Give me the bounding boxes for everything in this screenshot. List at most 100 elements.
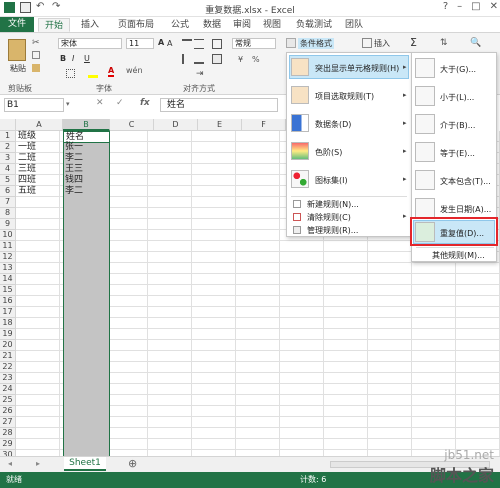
align-middle-icon[interactable] — [194, 39, 204, 49]
row-header[interactable]: 28 — [0, 428, 16, 439]
font-color-icon[interactable]: A — [108, 66, 115, 77]
column-header-e[interactable]: E — [198, 119, 242, 131]
copy-icon[interactable] — [32, 51, 40, 59]
font-name-select[interactable]: 宋体 — [58, 38, 122, 49]
grow-font-icon[interactable]: A — [158, 38, 164, 47]
tab-load-test[interactable]: 负载测试 — [292, 18, 336, 32]
row-header[interactable]: 3 — [0, 153, 16, 164]
tab-file[interactable]: 文件 — [0, 17, 34, 32]
cell-b3[interactable]: 李二 — [63, 153, 83, 164]
conditional-format-icon[interactable] — [286, 38, 296, 48]
row-header[interactable]: 27 — [0, 417, 16, 428]
row-header[interactable]: 13 — [0, 263, 16, 274]
submenu-item-text-contains[interactable]: 文本包含(T)... — [412, 170, 496, 194]
shrink-font-icon[interactable]: A — [167, 39, 172, 48]
indent-icon[interactable]: ⇥ — [196, 69, 206, 79]
submenu-item-greater-than[interactable]: 大于(G)... — [412, 58, 496, 82]
row-header[interactable]: 4 — [0, 164, 16, 175]
row-header[interactable]: 11 — [0, 241, 16, 252]
add-sheet-icon[interactable]: ⊕ — [128, 457, 137, 470]
menu-item-highlight-rules[interactable]: 突出显示单元格规则(H) ▸ — [287, 58, 411, 80]
row-header[interactable]: 9 — [0, 219, 16, 230]
cell-a4[interactable]: 三班 — [16, 164, 36, 175]
column-header-a[interactable]: A — [16, 119, 63, 131]
insert-cells-icon[interactable] — [362, 38, 372, 48]
cell-a3[interactable]: 二班 — [16, 153, 36, 164]
wrap-text-icon[interactable] — [212, 39, 222, 49]
formula-input[interactable]: 姓名 — [160, 98, 278, 112]
tab-page-layout[interactable]: 页面布局 — [110, 18, 162, 32]
minimize-icon[interactable]: – — [457, 1, 462, 12]
tab-insert[interactable]: 插入 — [76, 18, 104, 32]
row-header[interactable]: 12 — [0, 252, 16, 263]
tab-home[interactable]: 开始 — [38, 18, 70, 32]
row-header[interactable]: 16 — [0, 296, 16, 307]
phonetic-icon[interactable]: wén — [126, 66, 143, 75]
name-box[interactable]: B1 — [4, 98, 64, 112]
row-header[interactable]: 1 — [0, 131, 16, 142]
fill-color-icon[interactable] — [88, 69, 98, 78]
cell-b6[interactable]: 李二 — [63, 186, 83, 197]
row-header[interactable]: 14 — [0, 274, 16, 285]
cancel-icon[interactable]: ✕ — [96, 98, 104, 108]
row-header[interactable]: 23 — [0, 373, 16, 384]
row-header[interactable]: 24 — [0, 384, 16, 395]
submenu-item-more-rules[interactable]: 其他规则(M)... — [412, 250, 496, 262]
menu-item-icon-sets[interactable]: 图标集(I) ▸ — [287, 170, 411, 192]
row-header[interactable]: 17 — [0, 307, 16, 318]
percent-icon[interactable]: % — [252, 55, 260, 64]
insert-button[interactable]: 插入 — [374, 38, 390, 49]
tab-formulas[interactable]: 公式 — [166, 18, 194, 32]
merge-icon[interactable] — [212, 54, 222, 64]
cell-b4[interactable]: 王三 — [63, 164, 83, 175]
cell-a2[interactable]: 一班 — [16, 142, 36, 153]
row-header[interactable]: 22 — [0, 362, 16, 373]
cell-a5[interactable]: 四班 — [16, 175, 36, 186]
column-header-f[interactable]: F — [242, 119, 286, 131]
row-header[interactable]: 19 — [0, 329, 16, 340]
name-box-dropdown-icon[interactable]: ▾ — [66, 100, 70, 108]
row-header[interactable]: 26 — [0, 406, 16, 417]
autosum-icon[interactable]: Σ — [410, 36, 417, 49]
paste-button[interactable]: 粘贴 — [10, 63, 26, 74]
row-header[interactable]: 10 — [0, 230, 16, 241]
menu-item-data-bars[interactable]: 数据条(D) ▸ — [287, 114, 411, 136]
conditional-format-button[interactable]: 条件格式 — [298, 38, 334, 49]
cell-a1[interactable]: 班级 — [16, 131, 36, 142]
tab-review[interactable]: 审阅 — [228, 18, 256, 32]
tab-view[interactable]: 视图 — [258, 18, 286, 32]
column-header-c[interactable]: C — [110, 119, 154, 131]
number-format-select[interactable]: 常规 — [232, 38, 276, 49]
paste-icon[interactable] — [8, 39, 26, 61]
font-size-select[interactable]: 11 — [126, 38, 154, 49]
currency-icon[interactable]: ¥ — [238, 55, 243, 64]
italic-icon[interactable]: I — [72, 54, 74, 63]
border-icon[interactable] — [66, 69, 75, 78]
scroll-right-icon[interactable]: ▸ — [36, 459, 40, 468]
menu-item-clear-rules[interactable]: 清除规则(C) ▸ — [287, 212, 411, 224]
bold-icon[interactable]: B — [60, 54, 66, 63]
underline-icon[interactable]: U — [84, 54, 90, 63]
submenu-item-between[interactable]: 介于(B)... — [412, 114, 496, 138]
select-all-corner[interactable] — [0, 119, 16, 131]
menu-item-color-scales[interactable]: 色阶(S) ▸ — [287, 142, 411, 164]
sort-filter-icon[interactable]: ⇅ — [440, 38, 450, 48]
scroll-left-icon[interactable]: ◂ — [8, 459, 12, 468]
align-center-icon[interactable] — [194, 54, 204, 64]
row-header[interactable]: 21 — [0, 351, 16, 362]
row-header[interactable]: 5 — [0, 175, 16, 186]
row-header[interactable]: 8 — [0, 208, 16, 219]
enter-icon[interactable]: ✓ — [116, 98, 124, 108]
row-header[interactable]: 2 — [0, 142, 16, 153]
column-header-d[interactable]: D — [154, 119, 198, 131]
menu-item-top-bottom[interactable]: 项目选取规则(T) ▸ — [287, 86, 411, 108]
submenu-item-equal-to[interactable]: 等于(E)... — [412, 142, 496, 166]
menu-item-new-rule[interactable]: 新建规则(N)... — [287, 199, 411, 211]
insert-function-icon[interactable]: fx — [140, 98, 150, 108]
submenu-item-less-than[interactable]: 小于(L)... — [412, 86, 496, 110]
sheet-tab-sheet1[interactable]: Sheet1 — [64, 457, 106, 471]
row-header[interactable]: 15 — [0, 285, 16, 296]
tab-team[interactable]: 团队 — [340, 18, 368, 32]
maximize-icon[interactable]: □ — [471, 1, 480, 12]
format-painter-icon[interactable] — [32, 64, 40, 72]
